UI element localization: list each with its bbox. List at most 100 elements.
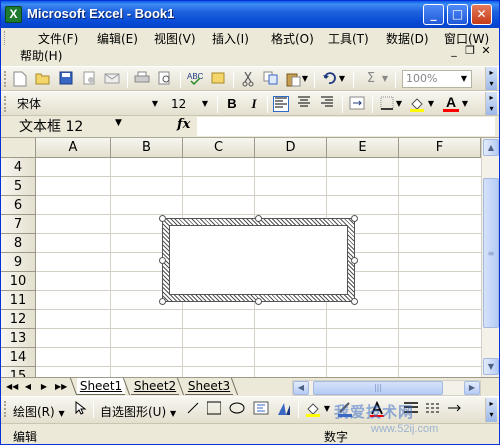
excel-icon[interactable]: X	[5, 6, 22, 23]
name-box[interactable]: 文本框 12	[5, 117, 133, 137]
menu-file[interactable]: 文件(F)	[35, 30, 81, 48]
resize-handle[interactable]	[351, 298, 358, 305]
email-icon[interactable]	[104, 71, 120, 87]
row-header-13[interactable]: 13	[1, 329, 36, 348]
menu-grip[interactable]	[4, 31, 7, 45]
chevron-down-icon[interactable]: ▼	[115, 118, 122, 128]
workbook-restore-button[interactable]: ❐	[463, 44, 477, 58]
maximize-button[interactable]: □	[447, 4, 468, 25]
bold-button[interactable]: B	[224, 96, 240, 112]
menu-format[interactable]: 格式(O)	[268, 30, 317, 48]
formula-input[interactable]	[197, 117, 495, 136]
print-icon[interactable]	[134, 71, 150, 87]
row-header-9[interactable]: 9	[1, 253, 36, 272]
resize-handle[interactable]	[159, 257, 166, 264]
menu-view[interactable]: 视图(V)	[151, 30, 199, 48]
paste-icon[interactable]	[286, 71, 302, 87]
workbook-close-button[interactable]: ✕	[479, 44, 493, 58]
research-icon[interactable]	[210, 71, 226, 87]
row-header-12[interactable]: 12	[1, 310, 36, 329]
font-size-combo[interactable]: 12 ▼	[167, 95, 213, 113]
undo-icon[interactable]	[322, 71, 338, 87]
text-box-content[interactable]	[169, 225, 348, 295]
resize-handle[interactable]	[159, 298, 166, 305]
borders-dropdown-icon[interactable]: ▼	[395, 96, 403, 112]
dash-style-icon[interactable]	[425, 401, 441, 417]
font-color-dropdown-icon[interactable]: ▼	[461, 96, 469, 112]
resize-handle[interactable]	[351, 215, 358, 222]
fx-icon[interactable]: fx	[177, 117, 190, 132]
arrow-icon[interactable]	[206, 401, 222, 417]
row-header-6[interactable]: 6	[1, 196, 36, 215]
align-left-icon[interactable]	[273, 96, 289, 112]
vertical-scroll-thumb[interactable]: ≡	[483, 178, 499, 328]
toolbar-grip[interactable]	[4, 96, 7, 112]
merge-center-icon[interactable]	[349, 96, 365, 112]
undo-dropdown-icon[interactable]: ▼	[338, 71, 346, 87]
horizontal-scroll-thumb[interactable]: |||	[313, 381, 443, 395]
vertical-scrollbar[interactable]: ▲ ≡ ▼	[481, 138, 499, 377]
spelling-icon[interactable]: ABC	[187, 71, 204, 87]
new-icon[interactable]	[12, 71, 28, 87]
next-sheet-button[interactable]: ▶	[39, 381, 49, 393]
menu-edit[interactable]: 编辑(E)	[94, 30, 141, 48]
borders-icon[interactable]	[379, 96, 395, 112]
row-header-14[interactable]: 14	[1, 348, 36, 367]
cut-icon[interactable]	[240, 71, 256, 87]
horizontal-scrollbar[interactable]: ◀ ||| ▶	[292, 380, 481, 396]
toolbar-options-icon[interactable]: ▸ ▾	[485, 398, 497, 422]
menu-help[interactable]: 帮助(H)	[17, 47, 65, 65]
workbook-minimize-button[interactable]: _	[447, 44, 461, 58]
menu-insert[interactable]: 插入(I)	[209, 30, 252, 48]
close-button[interactable]: ✕	[471, 4, 492, 25]
row-header-4[interactable]: 4	[1, 158, 36, 177]
permission-icon[interactable]	[81, 71, 97, 87]
arrow-style-icon[interactable]	[447, 401, 463, 417]
text-box-icon[interactable]	[253, 401, 269, 417]
fill-color-icon[interactable]	[409, 96, 425, 112]
previous-sheet-button[interactable]: ◀	[23, 381, 33, 393]
row-header-8[interactable]: 8	[1, 234, 36, 253]
row-header-11[interactable]: 11	[1, 291, 36, 310]
wordart-icon[interactable]	[276, 401, 292, 417]
align-center-icon[interactable]	[296, 96, 312, 112]
resize-handle[interactable]	[255, 298, 262, 305]
scroll-right-button[interactable]: ▶	[464, 381, 480, 395]
last-sheet-button[interactable]: ▶▶	[55, 381, 67, 393]
fill-color-dropdown-icon[interactable]: ▼	[427, 96, 435, 112]
autoshapes-button[interactable]: 自选图形(U) ▼	[100, 403, 176, 420]
text-box[interactable]	[162, 218, 355, 302]
align-right-icon[interactable]	[319, 96, 335, 112]
first-sheet-button[interactable]: ◀◀	[6, 381, 18, 393]
chevron-down-icon[interactable]: ▼	[458, 71, 470, 87]
row-header-15[interactable]: 15	[1, 367, 36, 377]
scroll-left-button[interactable]: ◀	[293, 381, 309, 395]
font-name-combo[interactable]: 宋体 ▼	[13, 95, 163, 113]
scroll-up-button[interactable]: ▲	[483, 139, 499, 156]
column-header-c[interactable]: C	[183, 138, 255, 158]
autosum-icon[interactable]: Σ	[363, 71, 379, 87]
title-bar[interactable]: X Microsoft Excel - Book1 _ □ ✕	[1, 1, 499, 28]
select-all-corner[interactable]	[1, 138, 36, 158]
column-header-e[interactable]: E	[327, 138, 399, 158]
worksheet-grid[interactable]: A B C D E F 4 5 6 7 8 9 10 11 12 13 14 1…	[1, 138, 481, 377]
copy-icon[interactable]	[263, 71, 279, 87]
print-preview-icon[interactable]	[157, 71, 173, 87]
row-header-5[interactable]: 5	[1, 177, 36, 196]
scroll-down-button[interactable]: ▼	[483, 358, 499, 375]
line-icon[interactable]	[185, 401, 201, 417]
tab-sheet2[interactable]: Sheet2	[131, 378, 179, 395]
menu-tools[interactable]: 工具(T)	[325, 30, 372, 48]
minimize-button[interactable]: _	[423, 4, 444, 25]
oval-icon[interactable]	[229, 401, 245, 417]
draw-menu-button[interactable]: 绘图(R) ▼	[13, 403, 65, 420]
column-header-b[interactable]: B	[111, 138, 183, 158]
toolbar-grip[interactable]	[4, 401, 7, 417]
italic-button[interactable]: I	[246, 96, 262, 112]
autosum-dropdown-icon[interactable]: ▼	[381, 71, 389, 87]
toolbar-options-icon[interactable]: ▸ ▾	[485, 92, 497, 115]
resize-handle[interactable]	[159, 215, 166, 222]
toolbar-grip[interactable]	[4, 71, 7, 87]
row-header-7[interactable]: 7	[1, 215, 36, 234]
chevron-down-icon[interactable]: ▼	[149, 96, 161, 112]
